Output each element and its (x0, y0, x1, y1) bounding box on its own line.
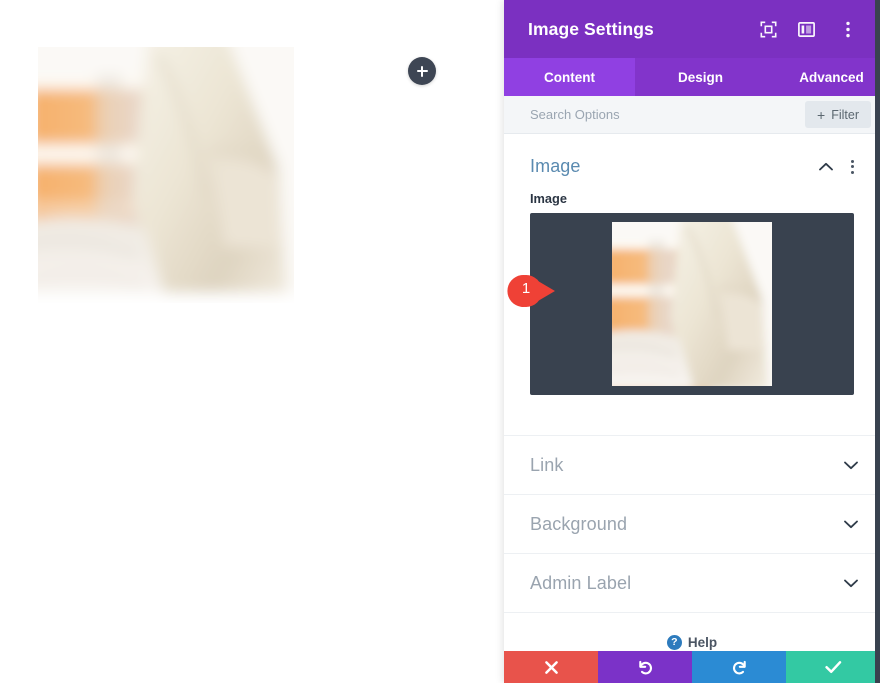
app-root: Image Settings Content Design Advanced S… (0, 0, 880, 683)
chevron-down-icon[interactable] (844, 461, 858, 470)
search-input[interactable] (530, 96, 806, 133)
kebab-menu-icon[interactable] (832, 15, 864, 43)
section-admin-label[interactable]: Admin Label (504, 554, 880, 613)
section-link-title: Link (530, 454, 564, 475)
filter-button-label: Filter (831, 107, 859, 122)
canvas-image-module[interactable] (38, 47, 294, 303)
undo-icon (638, 660, 652, 674)
chair-photo (38, 47, 294, 303)
image-thumbnail (612, 222, 772, 386)
section-image-controls (819, 158, 858, 176)
panel-title: Image Settings (528, 18, 654, 39)
help-label: Help (687, 635, 718, 650)
section-background-title: Background (530, 513, 628, 534)
search-options-row: + Filter (504, 96, 880, 134)
section-background[interactable]: Background (504, 495, 880, 554)
section-image-header[interactable]: Image (504, 134, 880, 191)
redo-icon (732, 660, 746, 674)
chevron-up-icon[interactable] (819, 162, 833, 171)
close-icon (544, 660, 558, 674)
section-image: Image Image (504, 134, 880, 435)
fullscreen-icon[interactable] (756, 17, 780, 41)
undo-button[interactable] (598, 651, 692, 683)
section-bottom-spacer (504, 395, 880, 435)
section-link[interactable]: Link (504, 436, 880, 495)
tab-design[interactable]: Design (635, 58, 766, 96)
add-module-button[interactable] (408, 57, 436, 85)
collapsed-sections: Link Background Admin Label (504, 435, 880, 613)
chevron-down-icon[interactable] (844, 579, 858, 588)
chevron-down-icon[interactable] (844, 520, 858, 529)
redo-button[interactable] (692, 651, 786, 683)
plus-icon: + (817, 106, 826, 123)
image-settings-panel: Image Settings Content Design Advanced S… (504, 0, 880, 683)
cancel-button[interactable] (504, 651, 598, 683)
section-image-title: Image (530, 156, 581, 176)
section-kebab-icon[interactable] (847, 158, 858, 176)
image-upload-preview[interactable] (530, 213, 854, 395)
panel-body: Image Image Link Background Admin Label … (504, 134, 880, 683)
panel-scrollbar[interactable] (875, 0, 880, 683)
plus-icon-vertical (421, 65, 423, 77)
editor-canvas (0, 0, 504, 683)
panel-layout-icon[interactable] (794, 17, 818, 41)
tab-content[interactable]: Content (504, 58, 635, 96)
save-button[interactable] (786, 651, 880, 683)
check-icon (824, 661, 841, 674)
help-question-icon: ? (666, 635, 682, 650)
section-admin-label-title: Admin Label (530, 572, 632, 593)
panel-footer (504, 651, 880, 683)
chair-thumbnail-photo (612, 222, 772, 386)
filter-button[interactable]: + Filter (805, 101, 871, 128)
panel-tabs: Content Design Advanced (504, 58, 880, 96)
tab-advanced[interactable]: Advanced (766, 58, 880, 96)
panel-header-actions (756, 15, 864, 43)
image-field-label: Image (530, 191, 567, 206)
help-link[interactable]: ? Help (504, 613, 880, 650)
panel-header: Image Settings (504, 0, 880, 58)
